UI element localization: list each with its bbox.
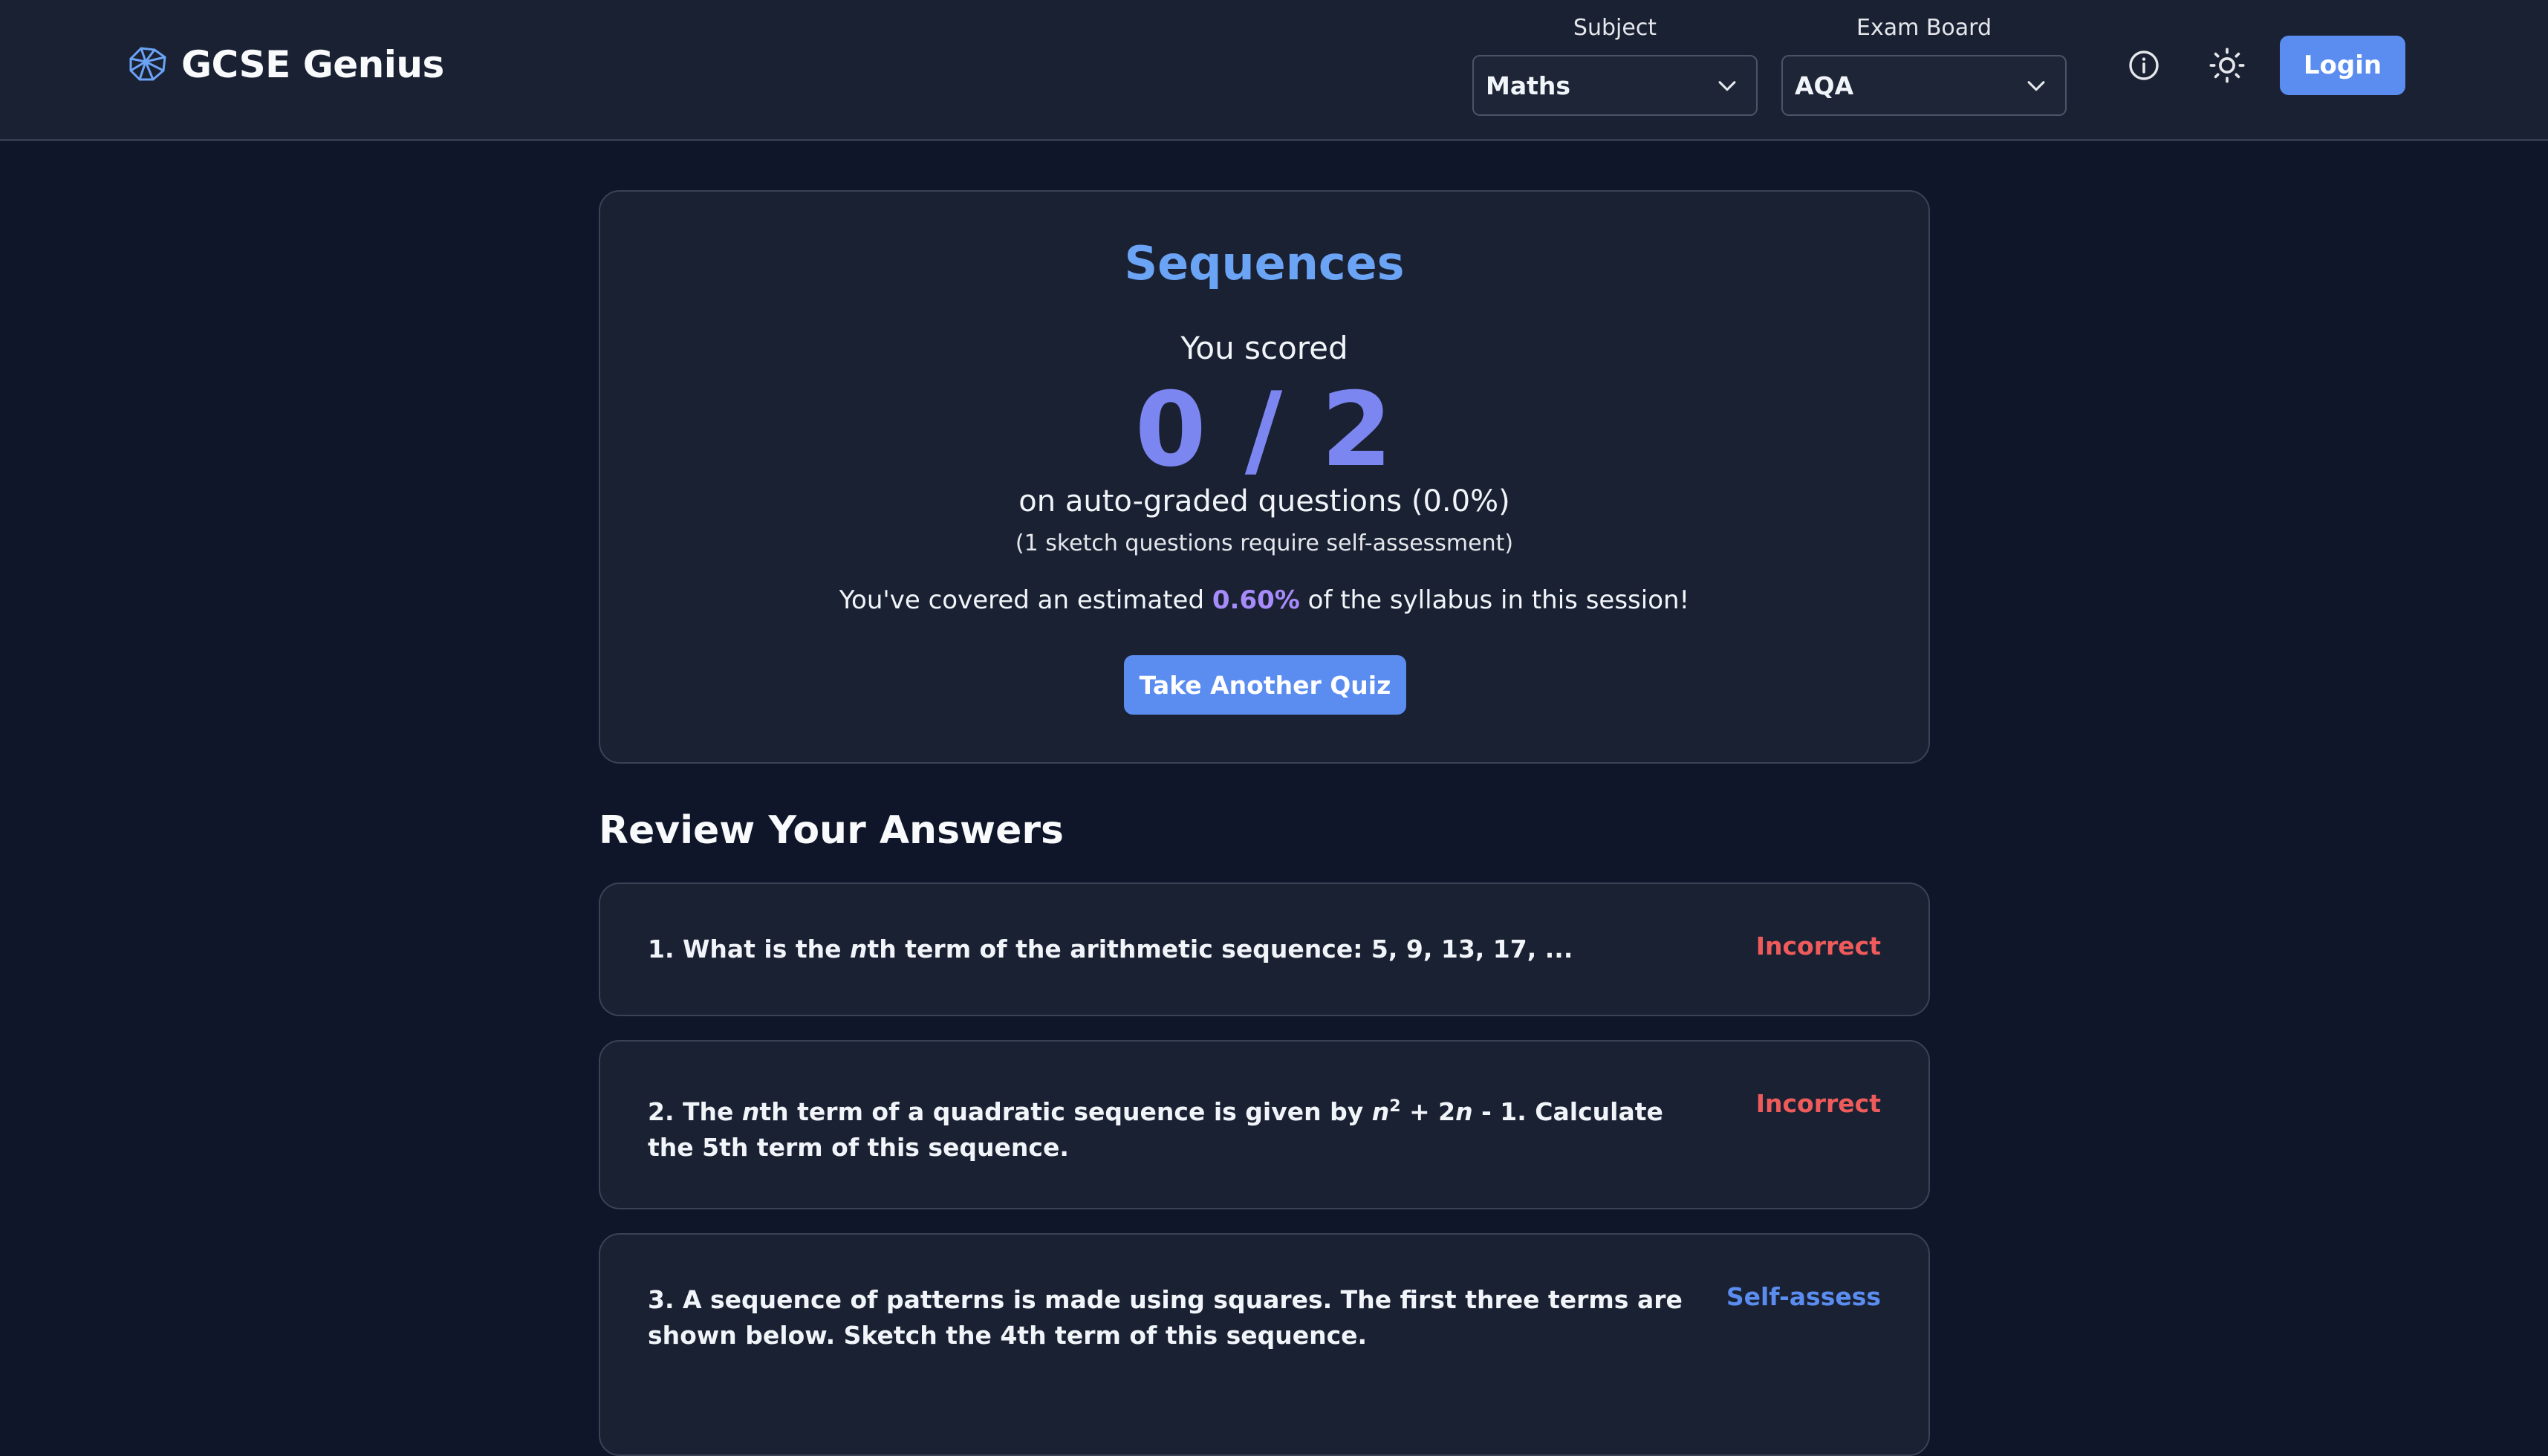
review-question-card[interactable]: 2. The nth term of a quadratic sequence … [599, 1040, 1930, 1209]
top-nav: GCSE Genius Subject Maths Exam Board AQA [0, 0, 2548, 141]
review-question-card[interactable]: 1. What is the nth term of the arithmeti… [599, 883, 1930, 1016]
coverage-text-before: You've covered an estimated [839, 585, 1212, 615]
status-badge: Self-assess [1726, 1282, 1881, 1311]
question-text-part: th term of the arithmetic sequence: 5, 9… [867, 935, 1573, 963]
question-text: 2. The nth term of a quadratic sequence … [648, 1089, 1695, 1166]
topic-title: Sequences [1124, 236, 1405, 290]
results-card: Sequences You scored 0 / 2 on auto-grade… [599, 190, 1930, 764]
syllabus-coverage: You've covered an estimated 0.60% of the… [600, 585, 1928, 615]
brand[interactable]: GCSE Genius [123, 41, 444, 88]
coverage-text-after: of the syllabus in this session! [1299, 585, 1690, 615]
info-icon [2129, 51, 2159, 80]
brain-logo-icon [129, 47, 166, 81]
login-button[interactable]: Login [2280, 36, 2405, 95]
chevron-down-icon [1718, 81, 1736, 91]
you-scored-label: You scored [1180, 330, 1348, 366]
coverage-percent: 0.60% [1212, 585, 1300, 615]
chevron-down-icon [2027, 81, 2045, 91]
math-variable: n [1455, 1097, 1473, 1126]
question-text: 1. What is the nth term of the arithmeti… [648, 932, 1695, 967]
subject-select[interactable]: Maths [1472, 55, 1758, 116]
math-variable: n [1371, 1097, 1390, 1126]
question-text-part: 1. What is the [648, 935, 850, 963]
question-text: 3. A sequence of patterns is made using … [648, 1285, 1683, 1350]
exam-board-select-group: Exam Board AQA [1781, 13, 2067, 116]
review-heading: Review Your Answers [599, 808, 1064, 853]
brand-title: GCSE Genius [181, 43, 444, 86]
subject-select-group: Subject Maths [1472, 13, 1758, 116]
question-text-part: th term of a quadratic sequence is given… [759, 1097, 1372, 1126]
question-text-part: + 2 [1400, 1097, 1456, 1126]
info-button[interactable] [2123, 45, 2165, 86]
take-another-quiz-button[interactable]: Take Another Quiz [1124, 655, 1406, 715]
score-value: 0 / 2 [1134, 370, 1394, 490]
math-exponent: 2 [1389, 1097, 1401, 1116]
sun-icon [2209, 48, 2245, 83]
exam-board-value: AQA [1795, 71, 1854, 100]
score-subtitle: on auto-graded questions (0.0%) [1018, 484, 1510, 519]
math-variable: n [741, 1097, 760, 1126]
review-question-card[interactable]: 3. A sequence of patterns is made using … [599, 1233, 1930, 1456]
self-assessment-note: (1 sketch questions require self-assessm… [1015, 530, 1514, 556]
subject-label: Subject [1573, 15, 1657, 41]
subject-value: Maths [1486, 71, 1571, 100]
theme-toggle-button[interactable] [2206, 45, 2248, 86]
status-badge: Incorrect [1755, 932, 1881, 961]
status-badge: Incorrect [1755, 1089, 1881, 1118]
exam-board-select[interactable]: AQA [1781, 55, 2067, 116]
math-variable: n [850, 935, 868, 963]
question-text-part: 2. The [648, 1097, 742, 1126]
exam-board-label: Exam Board [1856, 15, 1992, 41]
